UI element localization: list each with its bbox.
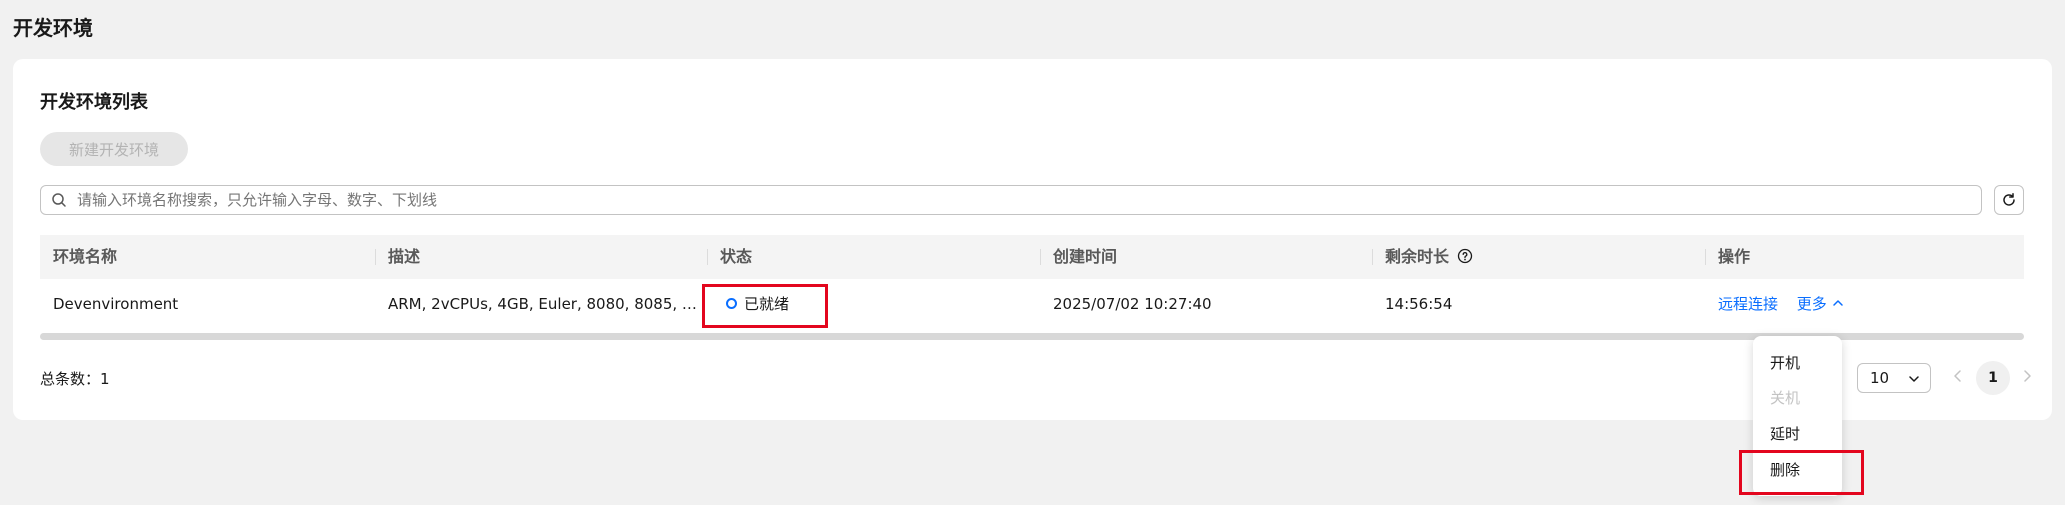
column-header-description: 描述 xyxy=(388,247,421,266)
column-divider xyxy=(707,249,708,265)
page-size-select[interactable]: 10 xyxy=(1857,363,1931,393)
total-count: 总条数：1 xyxy=(40,370,110,388)
horizontal-scrollbar[interactable] xyxy=(40,333,2024,340)
menu-item-power-on[interactable]: 开机 xyxy=(1770,353,1800,373)
delete-highlight-box xyxy=(1739,450,1864,495)
chevron-right-icon[interactable] xyxy=(2020,369,2034,383)
remote-connect-link[interactable]: 远程连接 xyxy=(1718,295,1778,313)
chevron-left-icon[interactable] xyxy=(1951,369,1965,383)
cell-created: 2025/07/02 10:27:40 xyxy=(1053,295,1212,313)
cell-remaining: 14:56:54 xyxy=(1385,295,1453,313)
create-environment-button[interactable]: 新建开发环境 xyxy=(40,132,188,166)
column-header-actions: 操作 xyxy=(1718,247,1751,266)
status-highlight-box xyxy=(702,284,828,328)
search-box xyxy=(40,185,1982,215)
more-actions-label: 更多 xyxy=(1796,295,1827,313)
column-divider xyxy=(1705,249,1706,265)
search-icon xyxy=(52,193,66,207)
help-circle-icon[interactable] xyxy=(1457,248,1473,264)
more-actions-toggle[interactable]: 更多 xyxy=(1797,295,1844,313)
card-title: 开发环境列表 xyxy=(40,92,148,113)
page-size-value: 10 xyxy=(1870,369,1890,387)
column-header-remaining-label: 剩余时长 xyxy=(1385,247,1450,266)
column-header-name: 环境名称 xyxy=(53,247,118,266)
chevron-up-icon xyxy=(1832,300,1843,306)
search-input[interactable] xyxy=(75,190,1981,210)
menu-item-extend[interactable]: 延时 xyxy=(1770,424,1800,444)
cell-name: Devenvironment xyxy=(53,295,179,313)
cell-description: ARM, 2vCPUs, 4GB, Euler, 8080, 8085, … xyxy=(388,295,697,313)
column-header-remaining: 剩余时长 xyxy=(1385,235,1473,279)
refresh-button[interactable] xyxy=(1994,185,2024,215)
menu-item-power-off: 关机 xyxy=(1770,389,1801,407)
table-header: 环境名称 描述 状态 创建时间 剩余时长 操作 xyxy=(40,235,2024,279)
column-header-status: 状态 xyxy=(720,247,753,266)
column-divider xyxy=(375,249,376,265)
column-divider xyxy=(1040,249,1041,265)
column-header-created: 创建时间 xyxy=(1053,247,1118,266)
column-divider xyxy=(1372,249,1373,265)
pagination-current-page[interactable]: 1 xyxy=(1976,361,2010,395)
page-title: 开发环境 xyxy=(13,16,93,40)
refresh-icon xyxy=(2003,193,2015,206)
cell-actions: 远程连接 更多 xyxy=(1718,279,1844,329)
table-row: Devenvironment ARM, 2vCPUs, 4GB, Euler, … xyxy=(40,279,2024,329)
environment-list-card: 开发环境列表 新建开发环境 环境名称 描述 状态 创建时间 剩余时长 xyxy=(13,59,2052,420)
chevron-down-icon xyxy=(1909,376,1919,382)
